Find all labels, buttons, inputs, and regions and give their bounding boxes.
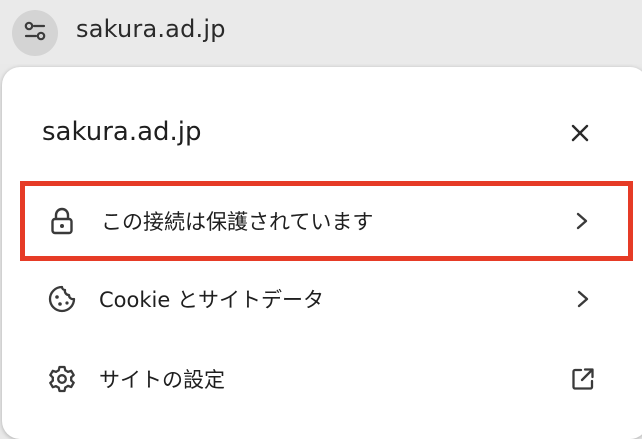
cookies-site-data-label: Cookie とサイトデータ bbox=[99, 288, 324, 312]
url-text[interactable]: sakura.ad.jp bbox=[76, 15, 226, 43]
popup-title: sakura.ad.jp bbox=[42, 117, 202, 147]
close-icon bbox=[570, 123, 590, 147]
gear-icon bbox=[46, 363, 78, 395]
chevron-right-icon bbox=[568, 207, 596, 235]
connection-security-label: この接続は保護されています bbox=[101, 210, 374, 234]
address-bar: sakura.ad.jp bbox=[0, 0, 642, 64]
close-button[interactable] bbox=[565, 120, 595, 150]
connection-security-item[interactable]: この接続は保護されています bbox=[20, 181, 633, 261]
lock-icon bbox=[46, 205, 78, 237]
site-settings-label: サイトの設定 bbox=[99, 368, 225, 392]
site-settings-item[interactable]: サイトの設定 bbox=[22, 340, 633, 418]
site-info-popup: sakura.ad.jp この接続は保護されています Cookie とサイトデー… bbox=[2, 67, 642, 439]
site-info-button[interactable] bbox=[12, 10, 58, 56]
chevron-right-icon bbox=[569, 285, 597, 313]
cookies-site-data-item[interactable]: Cookie とサイトデータ bbox=[22, 260, 633, 338]
tune-icon bbox=[22, 20, 48, 46]
cookie-icon bbox=[46, 283, 78, 315]
open-in-new-icon bbox=[569, 365, 597, 393]
